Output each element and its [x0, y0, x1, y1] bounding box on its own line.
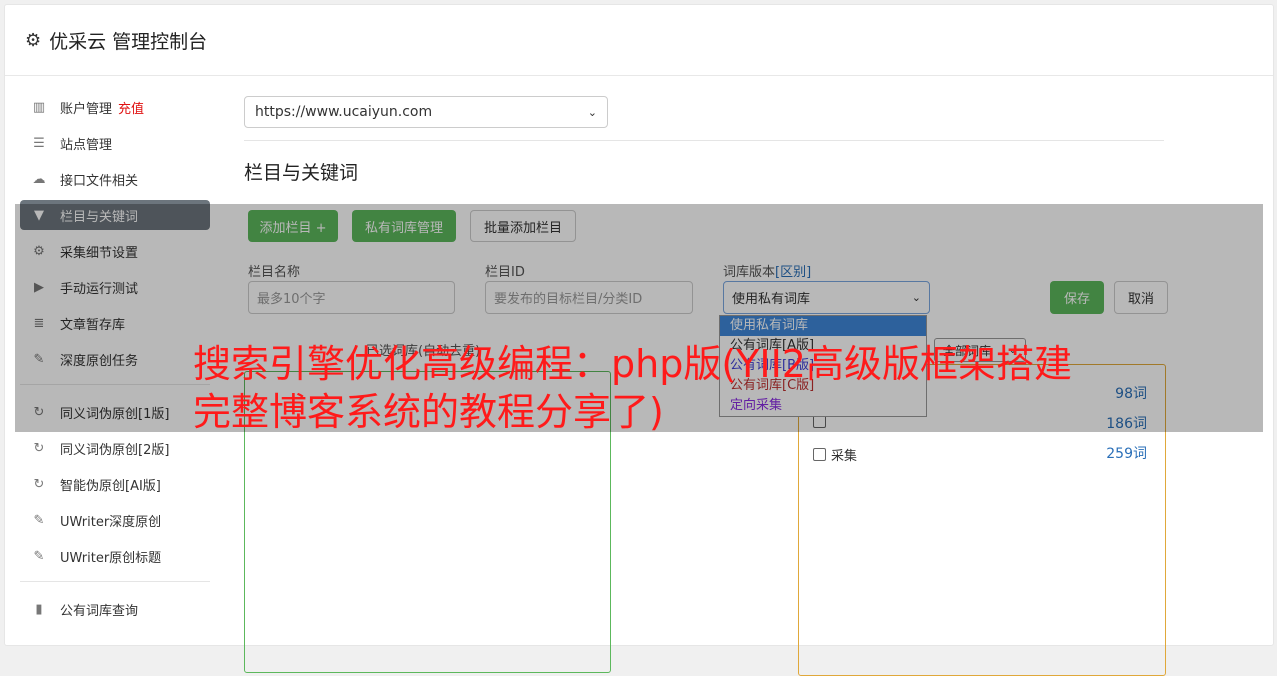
sidebar-item-label: 智能伪原创[AI版] — [60, 478, 161, 494]
sidebar-item-label: 同义词伪原创[2版] — [60, 442, 170, 458]
chevron-down-icon: ⌄ — [587, 105, 597, 119]
sidebar-item-ai[interactable]: ↻ 智能伪原创[AI版] — [20, 469, 210, 499]
sidebar-item-label: 站点管理 — [60, 137, 113, 153]
sidebar-item-label: 接口文件相关 — [60, 173, 139, 189]
divider — [244, 140, 1164, 141]
sidebar-item-label: 公有词库查询 — [60, 603, 139, 619]
edit-icon: ✎ — [33, 548, 45, 564]
book-icon: ▮ — [35, 601, 43, 617]
sidebar-item-label: UWriter原创标题 — [60, 550, 162, 566]
edit-icon: ✎ — [33, 512, 45, 528]
list-item[interactable]: 采集 — [813, 445, 857, 464]
sidebar-item-synonym-2[interactable]: ↻ 同义词伪原创[2版] — [20, 433, 210, 463]
sidebar-item-interface[interactable]: ☁ 接口文件相关 — [20, 164, 210, 194]
checkbox[interactable] — [813, 448, 826, 461]
word-count: 259词 — [1106, 446, 1147, 462]
header: ⚙ 优采云 管理控制台 — [5, 5, 1273, 76]
sidebar-item-label: UWriter深度原创 — [60, 514, 162, 530]
sidebar-item-sites[interactable]: ☰ 站点管理 — [20, 128, 210, 158]
section-title: 栏目与关键词 — [244, 162, 359, 184]
lib-name: 采集 — [831, 449, 858, 464]
refresh-icon: ↻ — [33, 476, 45, 492]
site-select[interactable]: https://www.ucaiyun.com ⌄ — [244, 96, 608, 128]
recharge-link[interactable]: 充值 — [118, 98, 144, 117]
refresh-icon: ↻ — [33, 440, 45, 456]
sidebar-item-uwriter-title[interactable]: ✎ UWriter原创标题 — [20, 541, 210, 571]
site-select-value: https://www.ucaiyun.com — [255, 104, 433, 120]
sidebar-item-account[interactable]: ▥ 账户管理 充值 — [20, 92, 210, 122]
gear-icon: ⚙ — [25, 29, 42, 51]
cloud-upload-icon: ☁ — [32, 171, 46, 187]
sidebar-item-uwriter[interactable]: ✎ UWriter深度原创 — [20, 505, 210, 535]
server-icon: ☰ — [33, 135, 45, 151]
watermark-title: 搜索引擎优化高级编程：php版(YII2高级版框架搭建完整博客系统的教程分享了) — [193, 342, 1072, 434]
bar-chart-icon: ▥ — [32, 99, 46, 115]
sidebar-item-label: 账户管理 — [60, 101, 113, 117]
page-title: 优采云 管理控制台 — [49, 30, 208, 53]
sidebar-item-public-lib[interactable]: ▮ 公有词库查询 — [20, 594, 210, 624]
sidebar-divider — [20, 581, 210, 582]
